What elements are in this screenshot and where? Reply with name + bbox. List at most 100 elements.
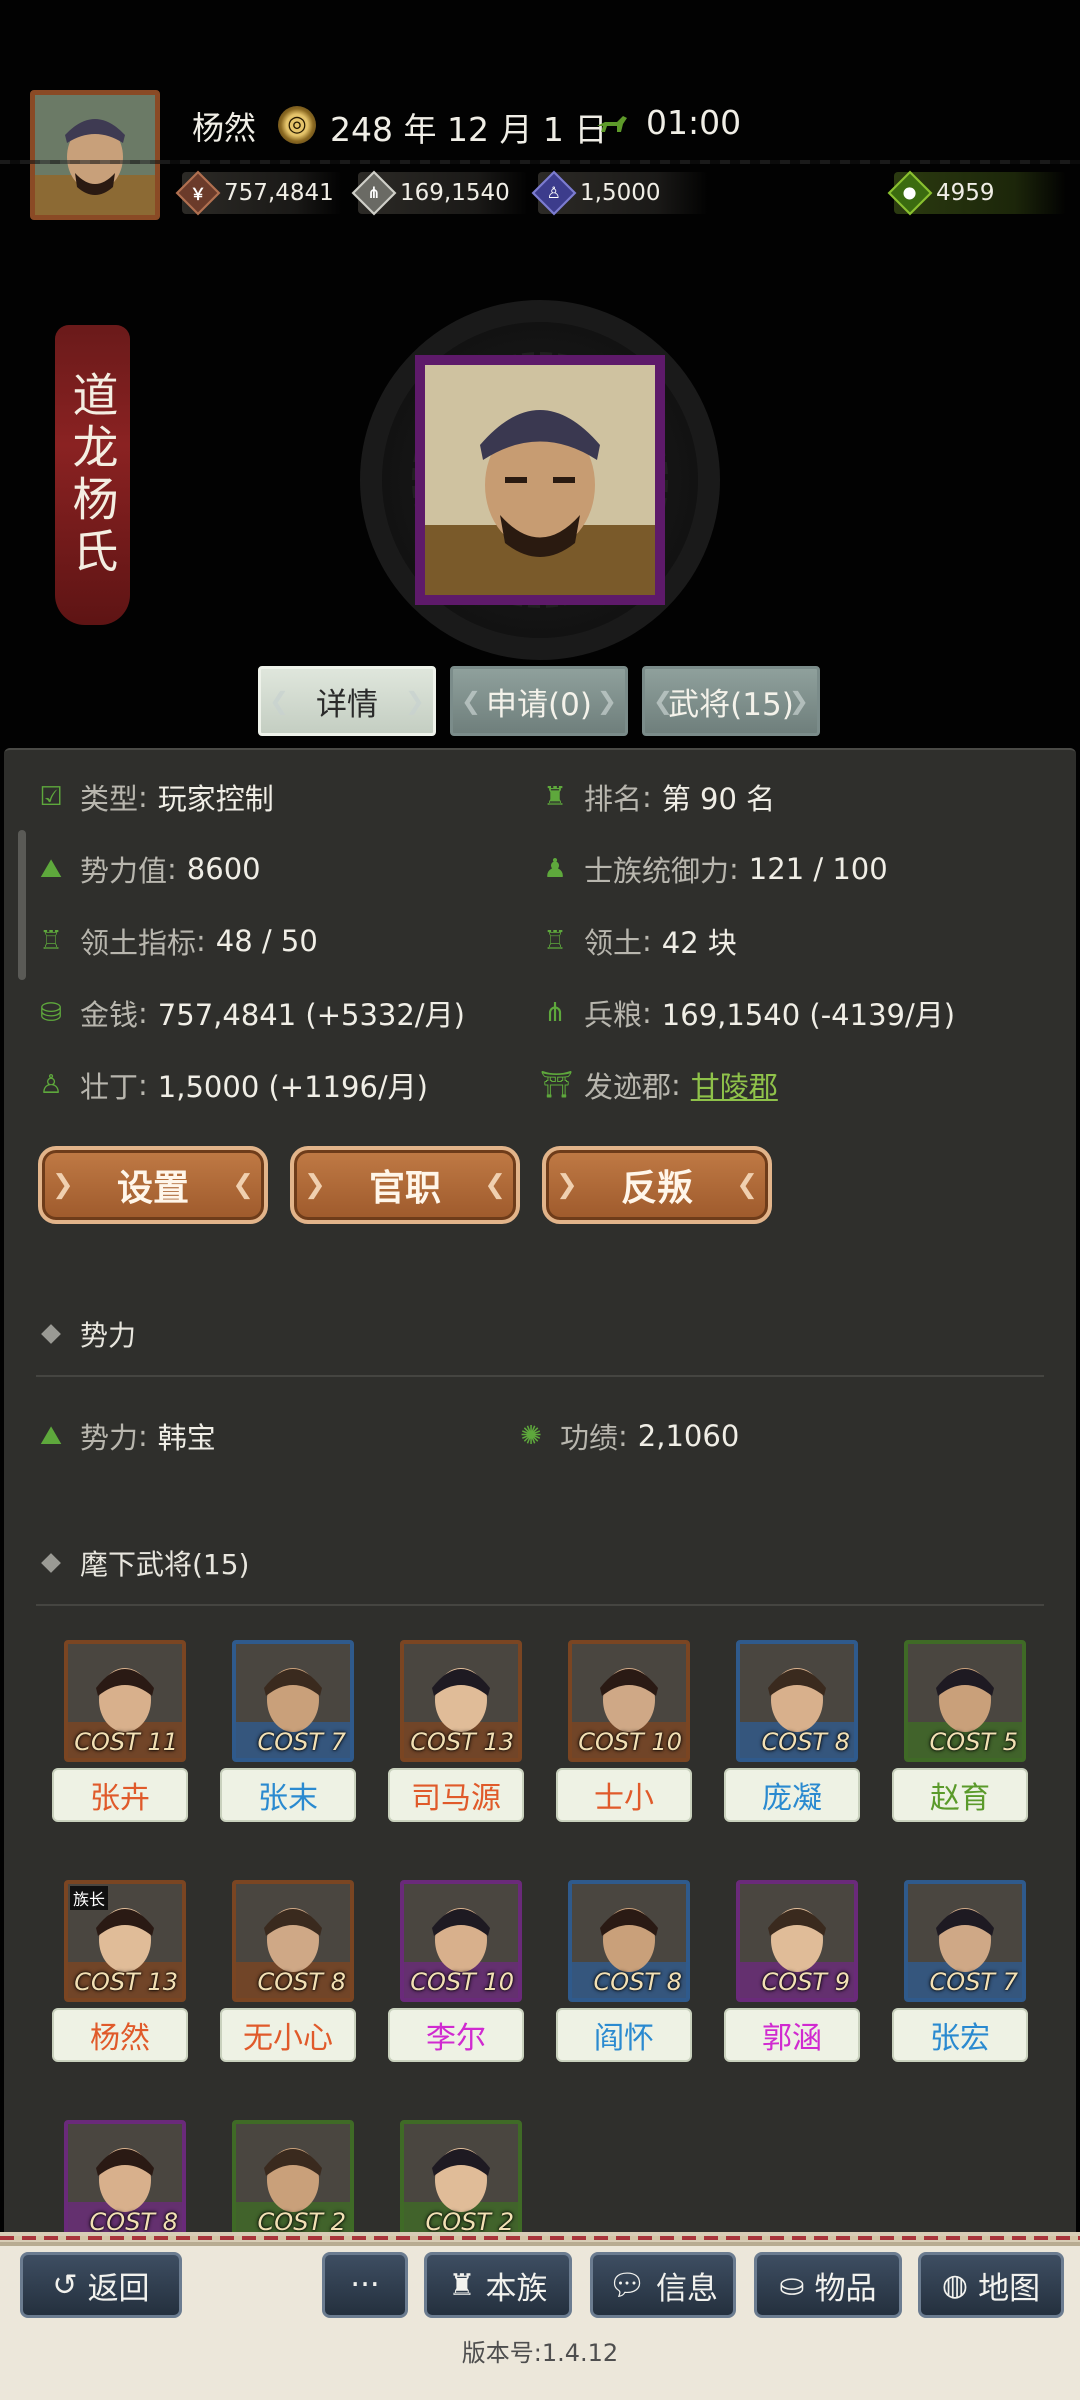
manpower-amount: 1,5000 (580, 180, 661, 206)
money-bag-icon: ● (887, 170, 933, 216)
general-portrait[interactable]: COST 2 (232, 2120, 354, 2242)
castle-icon: ♖ (543, 926, 567, 956)
general-card[interactable]: COST 5 赵育 (892, 1640, 1028, 1822)
general-name: 张卉 (52, 1768, 188, 1822)
general-card[interactable]: COST 8 庞凝 (724, 1640, 860, 1822)
game-date: 248 年 12 月 1 日 (330, 110, 608, 149)
money-amount: 757,4841 (224, 180, 334, 206)
medal-icon: ✺ (520, 1421, 542, 1451)
info-territory: ♖ 领土: 42 块 (540, 920, 737, 962)
clan-leader-portrait[interactable] (415, 355, 665, 605)
clan-title-banner: 道龙杨氏 (55, 325, 130, 625)
tab-details[interactable]: 详情 (258, 666, 436, 736)
general-portrait[interactable]: COST 9 (736, 1880, 858, 2002)
worker-icon: ♙ (531, 170, 577, 216)
general-portrait[interactable]: COST 7 (232, 1640, 354, 1762)
coins-icon: ⛁ (40, 998, 62, 1028)
horse-icon (597, 116, 627, 132)
clan-tabs: 详情 申请(0) 武将(15) (258, 666, 820, 736)
gold-resource[interactable]: ● 4959 (887, 170, 1066, 216)
general-cost: COST 8 (761, 1728, 850, 1756)
info-merit: ✺ 功绩: 2,1060 (516, 1415, 739, 1457)
diamond-icon (41, 1553, 61, 1573)
food-resource[interactable]: ⋔ 169,1540 (351, 170, 528, 216)
rank-icon: ♜ (543, 782, 567, 812)
tab-generals[interactable]: 武将(15) (642, 666, 820, 736)
player-name: 杨然 (192, 109, 257, 147)
general-name: 李尔 (388, 2008, 524, 2062)
more-button[interactable]: ··· (322, 2252, 408, 2318)
general-card[interactable]: COST 9 郭涵 (724, 1880, 860, 2062)
general-name: 张末 (220, 1768, 356, 1822)
general-card[interactable]: COST 8 阎怀 (556, 1880, 692, 2062)
info-food: ⋔ 兵粮: 169,1540 (-4139/月) (540, 992, 955, 1034)
general-portrait[interactable]: COST 7 (904, 1880, 1026, 2002)
general-name: 张宏 (892, 2008, 1028, 2062)
general-portrait[interactable]: COST 10 (400, 1880, 522, 2002)
general-card[interactable]: COST 10 士小 (556, 1640, 692, 1822)
general-card[interactable]: COST 7 张末 (220, 1640, 356, 1822)
general-cost: COST 8 (593, 1968, 682, 1996)
general-cost: COST 7 (257, 1728, 346, 1756)
general-card[interactable]: COST 8 无小心 (220, 1880, 356, 2062)
leader-portrait-image (425, 365, 655, 595)
info-nav-button[interactable]: 💬︎ 信息 (590, 2252, 736, 2318)
info-origin: ⛩ 发迹郡: 甘陵郡 (540, 1064, 778, 1106)
game-time: 01:00 (646, 103, 742, 142)
general-name: 司马源 (388, 1768, 524, 1822)
grain-icon: ⋔ (544, 998, 566, 1028)
items-nav-button[interactable]: ⛀ 物品 (754, 2252, 902, 2318)
general-portrait[interactable]: COST 5 (904, 1640, 1026, 1762)
general-card[interactable]: COST 7 张宏 (892, 1880, 1028, 2062)
general-cost: COST 8 (257, 1968, 346, 1996)
food-amount: 169,1540 (400, 180, 510, 206)
general-portrait[interactable]: COST 11 (64, 1640, 186, 1762)
money-resource[interactable]: ￥ 757,4841 (175, 170, 342, 216)
general-card[interactable]: COST 13 司马源 (388, 1640, 524, 1822)
clan-icon: ♜ (448, 2267, 476, 2303)
section-divider (36, 1375, 1044, 1377)
rebel-button[interactable]: 反叛 (542, 1146, 772, 1224)
more-dots-icon: ··· (350, 2267, 380, 2303)
generals-section-title: 麾下武将(15) (41, 1543, 249, 1583)
general-card[interactable]: COST 11 张卉 (52, 1640, 188, 1822)
general-name: 士小 (556, 1768, 692, 1822)
section-divider (36, 1604, 1044, 1606)
general-card[interactable]: COST 13 族长杨然 (52, 1880, 188, 2062)
player-avatar[interactable] (30, 90, 160, 220)
general-card[interactable]: COST 2 (220, 2120, 356, 2242)
general-name: 杨然 (52, 2008, 188, 2062)
general-portrait[interactable]: COST 8 (64, 2120, 186, 2242)
general-cost: COST 11 (74, 1728, 178, 1756)
general-portrait[interactable]: COST 8 (568, 1880, 690, 2002)
origin-commandery-link[interactable]: 甘陵郡 (691, 1064, 778, 1106)
info-power: ⛰ 势力值: 8600 (36, 848, 261, 890)
version-label: 版本号:1.4.12 (461, 2339, 619, 2367)
gate-icon: ⛩ (540, 1070, 574, 1100)
general-card[interactable]: COST 8 (52, 2120, 188, 2242)
manpower-resource[interactable]: ♙ 1,5000 (531, 170, 708, 216)
info-clan-control: ♟ 士族统御力: 121 / 100 (540, 848, 887, 890)
chat-bubble-icon: 💬︎ (607, 2267, 647, 2303)
clan-nav-button[interactable]: ♜ 本族 (424, 2252, 572, 2318)
map-nav-button[interactable]: ◍ 地图 (918, 2252, 1064, 2318)
back-button[interactable]: ↺ 返回 (20, 2252, 182, 2318)
general-portrait[interactable]: COST 13 (400, 1640, 522, 1762)
general-portrait[interactable]: COST 10 (568, 1640, 690, 1762)
clan-title: 道龙杨氏 (65, 371, 120, 579)
settings-button[interactable]: 设置 (38, 1146, 268, 1224)
info-type: ☑ 类型: 玩家控制 (36, 776, 273, 818)
general-card[interactable]: COST 10 李尔 (388, 1880, 524, 2062)
grain-icon: ⋔ (351, 170, 397, 216)
tab-applications[interactable]: 申请(0) (450, 666, 628, 736)
general-card[interactable]: COST 2 (388, 2120, 524, 2242)
mountain-icon: ⛰ (40, 1421, 62, 1451)
office-button[interactable]: 官职 (290, 1146, 520, 1224)
general-portrait[interactable]: COST 13 族长 (64, 1880, 186, 2002)
gold-amount: 4959 (936, 180, 995, 206)
general-portrait[interactable]: COST 2 (400, 2120, 522, 2242)
panel-scrollbar[interactable] (18, 830, 26, 980)
general-portrait[interactable]: COST 8 (232, 1880, 354, 2002)
date-coin-icon: ◎ (278, 106, 316, 144)
general-portrait[interactable]: COST 8 (736, 1640, 858, 1762)
